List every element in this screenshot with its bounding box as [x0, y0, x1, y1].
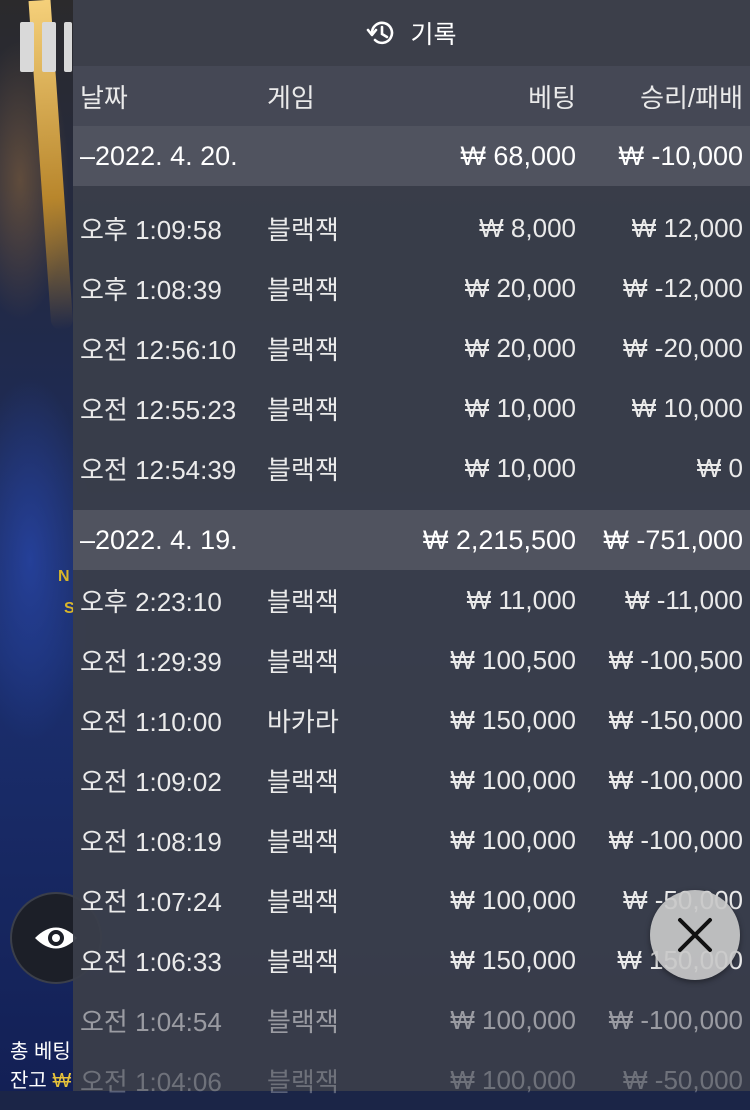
pause-icon[interactable] — [20, 22, 72, 72]
history-row[interactable]: 오후 2:23:10 블랙잭 ₩ 11,000 ₩ -11,000 — [73, 570, 750, 630]
group-total-bet: ₩ 68,000 — [460, 140, 576, 171]
date-group-row[interactable]: –2022. 4. 20. ₩ 68,000 ₩ -10,000 — [73, 126, 750, 186]
col-date: 날짜 — [80, 82, 128, 113]
row-time: 오전 1:09:02 — [80, 766, 222, 797]
row-gap — [73, 498, 750, 510]
row-time: 오후 1:08:39 — [80, 274, 222, 305]
row-time: 오후 1:09:58 — [80, 214, 222, 245]
history-row[interactable]: 오전 1:09:02 블랙잭 ₩ 100,000 ₩ -100,000 — [73, 750, 750, 810]
history-icon — [367, 21, 394, 45]
row-bet: ₩ 100,000 — [450, 884, 576, 915]
row-time: 오전 1:06:33 — [80, 946, 222, 977]
row-bet: ₩ 100,000 — [450, 1004, 576, 1035]
row-result: ₩ 0 — [696, 452, 743, 483]
panel-header: 기록 — [73, 0, 750, 66]
history-row[interactable]: 오후 1:09:58 블랙잭 ₩ 8,000 ₩ 12,000 — [73, 198, 750, 258]
group-date: –2022. 4. 20. — [80, 140, 238, 171]
row-time: 오전 1:29:39 — [80, 646, 222, 677]
row-bet: ₩ 150,000 — [450, 944, 576, 975]
row-game: 블랙잭 — [267, 826, 339, 857]
history-row[interactable]: 오전 12:54:39 블랙잭 ₩ 10,000 ₩ 0 — [73, 438, 750, 498]
col-result: 승리/패배 — [640, 82, 743, 113]
col-game: 게임 — [267, 82, 315, 113]
history-row[interactable]: 오후 1:08:39 블랙잭 ₩ 20,000 ₩ -12,000 — [73, 258, 750, 318]
group-date: –2022. 4. 19. — [80, 524, 238, 555]
history-row[interactable]: 오전 12:56:10 블랙잭 ₩ 20,000 ₩ -20,000 — [73, 318, 750, 378]
row-game: 블랙잭 — [267, 766, 339, 797]
row-result: ₩ -150,000 — [608, 704, 743, 735]
history-list: –2022. 4. 20. ₩ 68,000 ₩ -10,000 오후 1:09:58… — [73, 126, 750, 1110]
row-time: 오전 12:54:39 — [80, 454, 237, 485]
history-row[interactable]: 오전 1:29:39 블랙잭 ₩ 100,500 ₩ -100,500 — [73, 630, 750, 690]
history-row[interactable]: 오전 1:06:33블랙잭₩ 150,000₩ 150,000 — [73, 930, 750, 990]
total-bet-label: 총 베팅 — [10, 1041, 71, 1063]
row-bet: ₩ 100,000 — [450, 824, 576, 855]
row-result: ₩ -100,000 — [608, 764, 743, 795]
row-game: 블랙잭 — [267, 334, 339, 365]
row-result: ₩ 10,000 — [631, 392, 743, 423]
row-bet: ₩ 10,000 — [464, 392, 576, 423]
history-row[interactable]: 오전 1:04:06 블랙잭 ₩ 100,000 ₩ -50,000 — [73, 1050, 750, 1110]
row-time: 오전 12:56:10 — [80, 334, 237, 365]
row-result: ₩ -20,000 — [623, 332, 743, 363]
row-result: ₩ -11,000 — [624, 584, 743, 615]
row-result: ₩ 12,000 — [631, 212, 743, 243]
row-time: 오후 2:23:10 — [80, 586, 222, 617]
close-button[interactable] — [650, 890, 740, 980]
row-game: 바카라 — [267, 706, 339, 737]
row-game: 블랙잭 — [267, 274, 339, 305]
panel-title: 기록 — [410, 21, 457, 49]
history-row[interactable]: 오전 1:07:24블랙잭₩ 100,000₩ -50,000 — [73, 870, 750, 930]
row-game: 블랙잭 — [267, 646, 339, 677]
row-time: 오전 1:07:24 — [80, 886, 222, 917]
history-panel: 기록 날짜 게임 베팅 승리/패배 –2022. 4. 20. ₩ 68,000 ₩… — [73, 0, 750, 1097]
history-row[interactable]: 오전 1:10:00 바카라 ₩ 150,000 ₩ -150,000 — [73, 690, 750, 750]
row-bet: ₩ 11,000 — [466, 584, 576, 615]
row-game: 블랙잭 — [267, 394, 339, 425]
row-bet: ₩ 100,000 — [450, 764, 576, 795]
row-bet: ₩ 20,000 — [464, 272, 576, 303]
history-row[interactable]: 오전 1:04:54 블랙잭 ₩ 100,000 ₩ -100,000 — [73, 990, 750, 1050]
row-bet: ₩ 150,000 — [450, 704, 576, 735]
balance-label: 잔고 ₩ — [10, 1070, 72, 1092]
row-bet: ₩ 20,000 — [464, 332, 576, 363]
row-game: 블랙잭 — [267, 214, 339, 245]
date-group-row[interactable]: –2022. 4. 19. ₩ 2,215,500 ₩ -751,000 — [73, 510, 750, 570]
row-result: ₩ -100,000 — [608, 1004, 743, 1035]
col-bet: 베팅 — [528, 82, 576, 113]
row-time: 오전 1:04:54 — [80, 1006, 222, 1037]
close-icon — [678, 918, 712, 952]
group-total-bet: ₩ 2,215,500 — [422, 524, 576, 555]
row-time: 오전 1:10:00 — [80, 706, 222, 737]
row-game: 블랙잭 — [267, 1006, 339, 1037]
row-gap — [73, 186, 750, 198]
row-result: ₩ -100,000 — [608, 824, 743, 855]
column-header: 날짜 게임 베팅 승리/패배 — [73, 66, 750, 126]
row-game: 블랙잭 — [267, 946, 339, 977]
row-bet: ₩ 8,000 — [479, 212, 576, 243]
row-time: 오전 12:55:23 — [80, 394, 237, 425]
row-game: 블랙잭 — [267, 586, 339, 617]
row-time: 오전 1:04:06 — [80, 1066, 222, 1097]
group-total-result: ₩ -10,000 — [618, 140, 743, 171]
row-game: 블랙잭 — [267, 886, 339, 917]
history-row[interactable]: 오전 12:55:23 블랙잭 ₩ 10,000 ₩ 10,000 — [73, 378, 750, 438]
side-label: N — [58, 568, 70, 585]
history-row[interactable]: 오전 1:08:19 블랙잭 ₩ 100,000 ₩ -100,000 — [73, 810, 750, 870]
group-total-result: ₩ -751,000 — [603, 524, 743, 555]
row-time: 오전 1:08:19 — [80, 826, 222, 857]
row-game: 블랙잭 — [267, 454, 339, 485]
row-bet: ₩ 100,500 — [450, 644, 576, 675]
row-bet: ₩ 10,000 — [464, 452, 576, 483]
row-game: 블랙잭 — [267, 1066, 339, 1097]
row-result: ₩ -100,500 — [608, 644, 743, 675]
row-result: ₩ -12,000 — [623, 272, 743, 303]
